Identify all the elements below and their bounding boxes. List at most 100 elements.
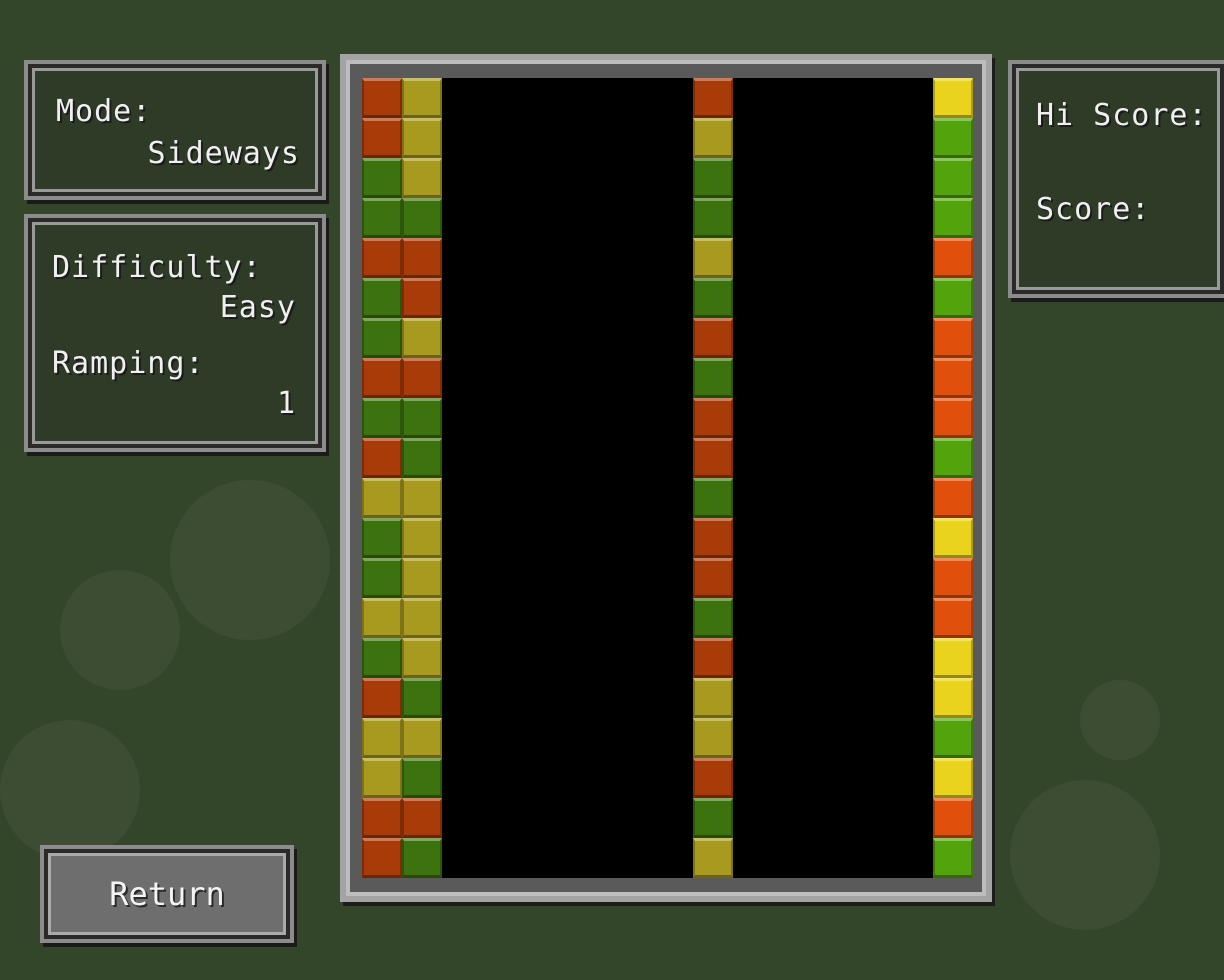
- block-cell: [402, 118, 442, 158]
- block-cell: [402, 678, 442, 718]
- block-cell: [362, 638, 402, 678]
- block-cell: [693, 798, 733, 838]
- block-cell: [402, 318, 442, 358]
- block-cell: [362, 518, 402, 558]
- block-cell: [402, 238, 442, 278]
- block-cell: [362, 398, 402, 438]
- block-cell: [933, 278, 973, 318]
- block-cell: [693, 198, 733, 238]
- block-cell: [402, 398, 442, 438]
- difficulty-panel: Difficulty: Easy Ramping: 1: [24, 214, 326, 452]
- block-cell: [693, 718, 733, 758]
- block-cell: [693, 518, 733, 558]
- block-cell: [402, 158, 442, 198]
- block-cell: [693, 758, 733, 798]
- background-bokeh: [1010, 780, 1160, 930]
- block-cell: [362, 318, 402, 358]
- block-cell: [362, 798, 402, 838]
- game-board[interactable]: [362, 78, 973, 878]
- background-bokeh: [0, 720, 140, 860]
- block-cell: [693, 638, 733, 678]
- block-cell: [933, 478, 973, 518]
- block-cell: [362, 678, 402, 718]
- block-cell: [933, 398, 973, 438]
- block-cell: [362, 838, 402, 878]
- block-cell: [362, 78, 402, 118]
- block-cell: [402, 558, 442, 598]
- block-cell: [933, 358, 973, 398]
- block-cell: [362, 758, 402, 798]
- block-cell: [693, 118, 733, 158]
- block-cell: [933, 518, 973, 558]
- board-column: [933, 78, 973, 878]
- block-cell: [693, 358, 733, 398]
- block-cell: [693, 398, 733, 438]
- block-cell: [933, 238, 973, 278]
- block-cell: [402, 278, 442, 318]
- difficulty-label: Difficulty:: [52, 250, 262, 285]
- block-cell: [693, 438, 733, 478]
- board-column: [693, 78, 733, 878]
- block-cell: [693, 598, 733, 638]
- block-cell: [402, 798, 442, 838]
- block-cell: [933, 758, 973, 798]
- block-cell: [693, 278, 733, 318]
- block-cell: [693, 318, 733, 358]
- board-column: [402, 78, 442, 878]
- block-cell: [362, 718, 402, 758]
- block-cell: [933, 438, 973, 478]
- block-cell: [362, 358, 402, 398]
- block-cell: [693, 678, 733, 718]
- block-cell: [693, 838, 733, 878]
- block-cell: [402, 438, 442, 478]
- block-cell: [693, 558, 733, 598]
- block-cell: [933, 78, 973, 118]
- block-cell: [933, 718, 973, 758]
- block-cell: [402, 358, 442, 398]
- ramping-label: Ramping:: [52, 346, 205, 381]
- block-cell: [402, 718, 442, 758]
- block-cell: [362, 118, 402, 158]
- block-cell: [693, 238, 733, 278]
- background-bokeh: [1080, 680, 1160, 760]
- ramping-value: 1: [276, 386, 296, 421]
- block-cell: [362, 158, 402, 198]
- block-cell: [933, 158, 973, 198]
- background-bokeh: [60, 570, 180, 690]
- mode-panel: Mode: Sideways: [24, 60, 326, 200]
- score-label: Score:: [1036, 192, 1151, 227]
- block-cell: [402, 198, 442, 238]
- block-cell: [362, 478, 402, 518]
- block-cell: [933, 118, 973, 158]
- block-cell: [362, 238, 402, 278]
- block-cell: [402, 518, 442, 558]
- mode-value: Sideways: [147, 136, 300, 171]
- block-cell: [362, 198, 402, 238]
- block-cell: [933, 638, 973, 678]
- block-cell: [933, 198, 973, 238]
- block-cell: [933, 798, 973, 838]
- hi-score-label: Hi Score:: [1036, 98, 1208, 133]
- block-cell: [402, 478, 442, 518]
- background-bokeh: [170, 480, 330, 640]
- block-cell: [402, 838, 442, 878]
- block-cell: [933, 838, 973, 878]
- block-cell: [362, 438, 402, 478]
- board-column: [362, 78, 402, 878]
- block-cell: [362, 278, 402, 318]
- block-cell: [402, 638, 442, 678]
- mode-label: Mode:: [56, 94, 152, 129]
- block-cell: [693, 78, 733, 118]
- block-cell: [933, 678, 973, 718]
- block-cell: [362, 558, 402, 598]
- block-cell: [693, 478, 733, 518]
- block-cell: [933, 318, 973, 358]
- difficulty-value: Easy: [219, 290, 296, 325]
- block-cell: [693, 158, 733, 198]
- return-button[interactable]: Return: [40, 845, 294, 943]
- block-cell: [362, 598, 402, 638]
- block-cell: [402, 78, 442, 118]
- block-cell: [402, 758, 442, 798]
- block-cell: [402, 598, 442, 638]
- score-panel: Hi Score: Score:: [1008, 60, 1224, 298]
